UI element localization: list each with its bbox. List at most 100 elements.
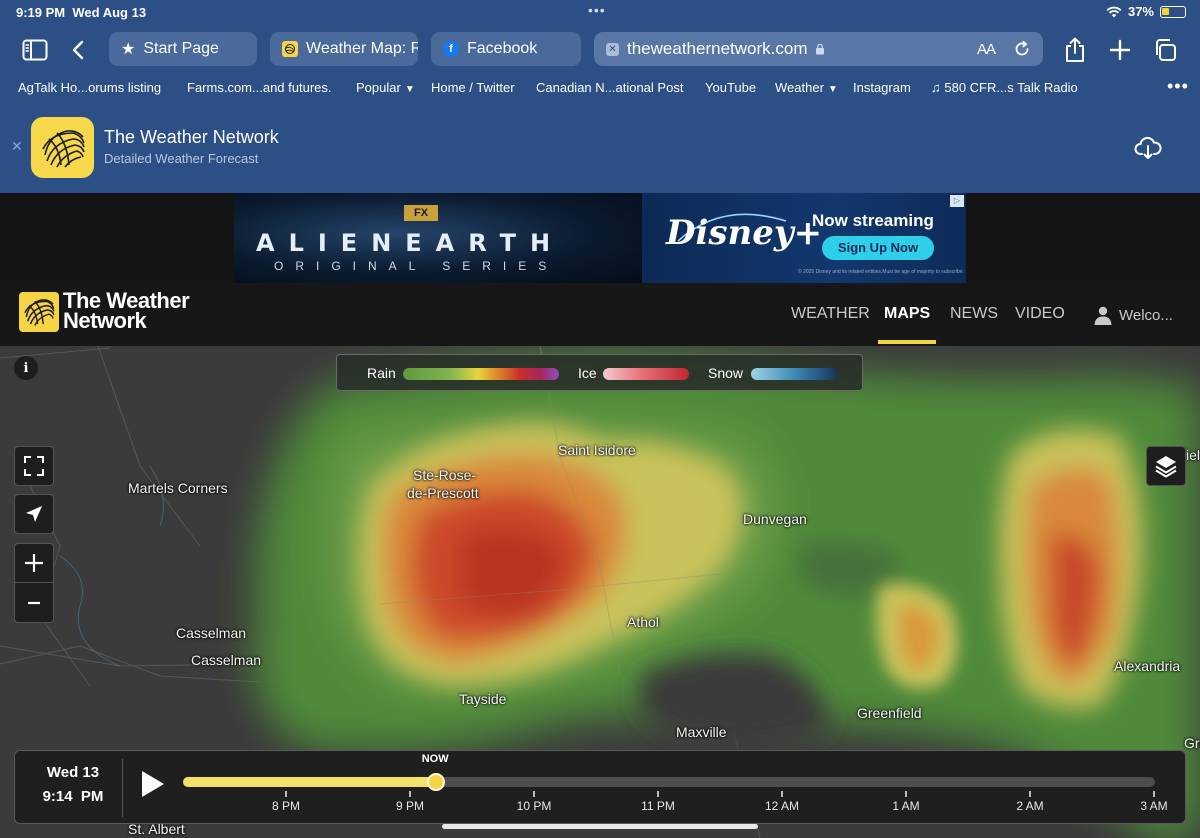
map-label: Greenfield bbox=[857, 705, 922, 721]
timeline-track[interactable] bbox=[183, 777, 1155, 787]
tab-facebook[interactable]: f Facebook bbox=[431, 32, 581, 66]
advertisement[interactable]: FX ALIENEARTH ORIGINAL SERIES Disney+ No… bbox=[234, 193, 966, 283]
legend-rain-scale bbox=[403, 368, 559, 380]
timeline-scrubber-handle[interactable] bbox=[426, 773, 445, 791]
fullscreen-button[interactable] bbox=[14, 446, 54, 486]
nav-news[interactable]: NEWS bbox=[950, 305, 998, 323]
bookmark-folder-popular[interactable]: Popular ▼ bbox=[356, 80, 415, 95]
bookmark-580-cfra[interactable]: ♫ 580 CFR...s Talk Radio bbox=[931, 80, 1078, 95]
timeline-tick bbox=[285, 791, 287, 797]
bookmark-folder-weather[interactable]: Weather ▼ bbox=[775, 80, 838, 95]
map-label: iel bbox=[1186, 447, 1200, 463]
site-logo-text[interactable]: The Weather Network bbox=[63, 290, 190, 332]
battery-percent: 37% bbox=[1127, 4, 1154, 19]
nav-maps[interactable]: MAPS bbox=[884, 305, 930, 323]
timeline-tick bbox=[409, 791, 411, 797]
reader-text-size-button[interactable]: AA bbox=[977, 41, 996, 58]
timeline-tick bbox=[1029, 791, 1031, 797]
ad-signup-button[interactable]: Sign Up Now bbox=[822, 236, 934, 260]
download-cloud-icon[interactable] bbox=[1134, 136, 1162, 165]
multitasking-dots-icon[interactable]: ••• bbox=[588, 2, 606, 18]
disney-plus-logo: Disney+ bbox=[666, 213, 823, 253]
tab-start-page[interactable]: ★ Start Page bbox=[109, 32, 257, 66]
bookmark-national-post[interactable]: Canadian N...ational Post bbox=[536, 80, 683, 95]
map-label: Ste-Rose- bbox=[413, 467, 477, 483]
lock-icon bbox=[816, 43, 825, 55]
location-arrow-icon bbox=[26, 506, 42, 522]
info-icon[interactable]: i bbox=[14, 356, 38, 380]
legend-ice-scale bbox=[603, 368, 689, 380]
map-label: Tayside bbox=[459, 691, 507, 707]
timeline-datetime: Wed 13 9:14 PM bbox=[35, 761, 111, 809]
timeline-day: Wed 13 bbox=[46, 764, 100, 781]
bookmark-youtube[interactable]: YouTube bbox=[705, 80, 756, 95]
radar-map[interactable]: Martels Corners Ste-Rose- de-Prescott Sa… bbox=[0, 346, 1200, 838]
ad-subtitle: ORIGINAL SERIES bbox=[274, 259, 559, 273]
reload-icon[interactable] bbox=[1013, 40, 1031, 58]
bookmark-twitter[interactable]: Home / Twitter bbox=[431, 80, 515, 95]
tab-label: Start Page bbox=[143, 40, 219, 57]
weather-network-logo-icon[interactable] bbox=[19, 292, 59, 332]
now-label: NOW bbox=[421, 753, 449, 765]
zoom-control bbox=[14, 543, 54, 623]
zoom-in-button[interactable] bbox=[15, 544, 53, 583]
ad-fine-print: © 2025 Disney and its related entities.M… bbox=[798, 269, 964, 275]
adchoices-icon[interactable]: ▷ bbox=[950, 195, 964, 207]
tab-label: Facebook bbox=[467, 40, 538, 57]
legend-snow-scale bbox=[751, 368, 837, 380]
bookmark-agtalk[interactable]: AgTalk Ho...orums listing bbox=[18, 80, 161, 95]
close-tab-icon[interactable]: ✕ bbox=[606, 42, 619, 56]
facebook-favicon: f bbox=[443, 41, 459, 57]
more-bookmarks-icon[interactable]: ••• bbox=[1167, 76, 1189, 97]
weather-network-app-icon[interactable] bbox=[31, 117, 94, 178]
sidebar-toggle-icon[interactable] bbox=[21, 36, 49, 64]
close-banner-icon[interactable]: ✕ bbox=[11, 138, 23, 155]
site-header: The Weather Network WEATHER MAPS NEWS VI… bbox=[0, 283, 1200, 346]
map-label: Dunvegan bbox=[743, 511, 807, 527]
minus-icon bbox=[28, 601, 40, 604]
url-host: theweathernetwork.com bbox=[627, 39, 808, 58]
fullscreen-icon bbox=[24, 456, 44, 476]
active-nav-indicator bbox=[878, 340, 936, 344]
browser-tab-bar: ★ Start Page Weather Map: R f Facebook ✕… bbox=[0, 24, 1200, 76]
zoom-out-button[interactable] bbox=[15, 583, 53, 622]
bookmark-farms[interactable]: Farms.com...and futures. bbox=[187, 80, 332, 95]
map-label: Alexandria bbox=[1114, 658, 1181, 674]
timeline-panel: Wed 13 9:14 PM NOW 8 PM 9 PM 10 PM 11 PM 12 … bbox=[14, 750, 1186, 824]
map-label: Martels Corners bbox=[128, 480, 228, 496]
precip-legend: Rain Ice Snow bbox=[336, 354, 863, 391]
back-icon[interactable] bbox=[64, 36, 92, 64]
address-bar[interactable]: ✕ theweathernetwork.com AA bbox=[594, 32, 1043, 66]
timeline-tick bbox=[657, 791, 659, 797]
nav-video[interactable]: VIDEO bbox=[1015, 305, 1065, 323]
share-icon[interactable] bbox=[1061, 36, 1089, 64]
legend-ice-label: Ice bbox=[578, 365, 597, 381]
map-label: Maxville bbox=[676, 724, 727, 740]
bookmarks-bar: AgTalk Ho...orums listing Farms.com...an… bbox=[0, 76, 1200, 100]
bookmark-instagram[interactable]: Instagram bbox=[853, 80, 911, 95]
locate-me-button[interactable] bbox=[14, 494, 54, 534]
tab-weather-map[interactable]: Weather Map: R bbox=[270, 32, 418, 66]
wifi-icon bbox=[1106, 6, 1122, 17]
new-tab-icon[interactable] bbox=[1106, 36, 1134, 64]
app-name: The Weather Network bbox=[104, 127, 279, 147]
layers-button[interactable] bbox=[1146, 446, 1186, 486]
timeline-tick bbox=[1153, 791, 1155, 797]
play-icon[interactable] bbox=[137, 769, 167, 799]
timeline-tick-label: 12 AM bbox=[764, 799, 800, 813]
nav-weather[interactable]: WEATHER bbox=[791, 305, 870, 323]
timeline-time: 9:14 PM bbox=[42, 788, 104, 805]
user-account-button[interactable]: Welco... bbox=[1093, 305, 1173, 325]
user-icon bbox=[1094, 306, 1112, 325]
map-label: Athol bbox=[627, 614, 659, 630]
app-subtitle: Detailed Weather Forecast bbox=[104, 151, 259, 166]
map-label: Gre bbox=[1184, 735, 1200, 751]
timeline-progress bbox=[183, 777, 436, 787]
ad-title: ALIENEARTH bbox=[256, 229, 565, 257]
tab-overview-icon[interactable] bbox=[1151, 36, 1179, 64]
battery-level-fill bbox=[1162, 7, 1169, 15]
timeline-tick-label: 11 PM bbox=[641, 799, 675, 813]
layers-icon bbox=[1155, 456, 1177, 478]
battery-icon bbox=[1160, 5, 1186, 18]
home-indicator bbox=[442, 824, 758, 829]
